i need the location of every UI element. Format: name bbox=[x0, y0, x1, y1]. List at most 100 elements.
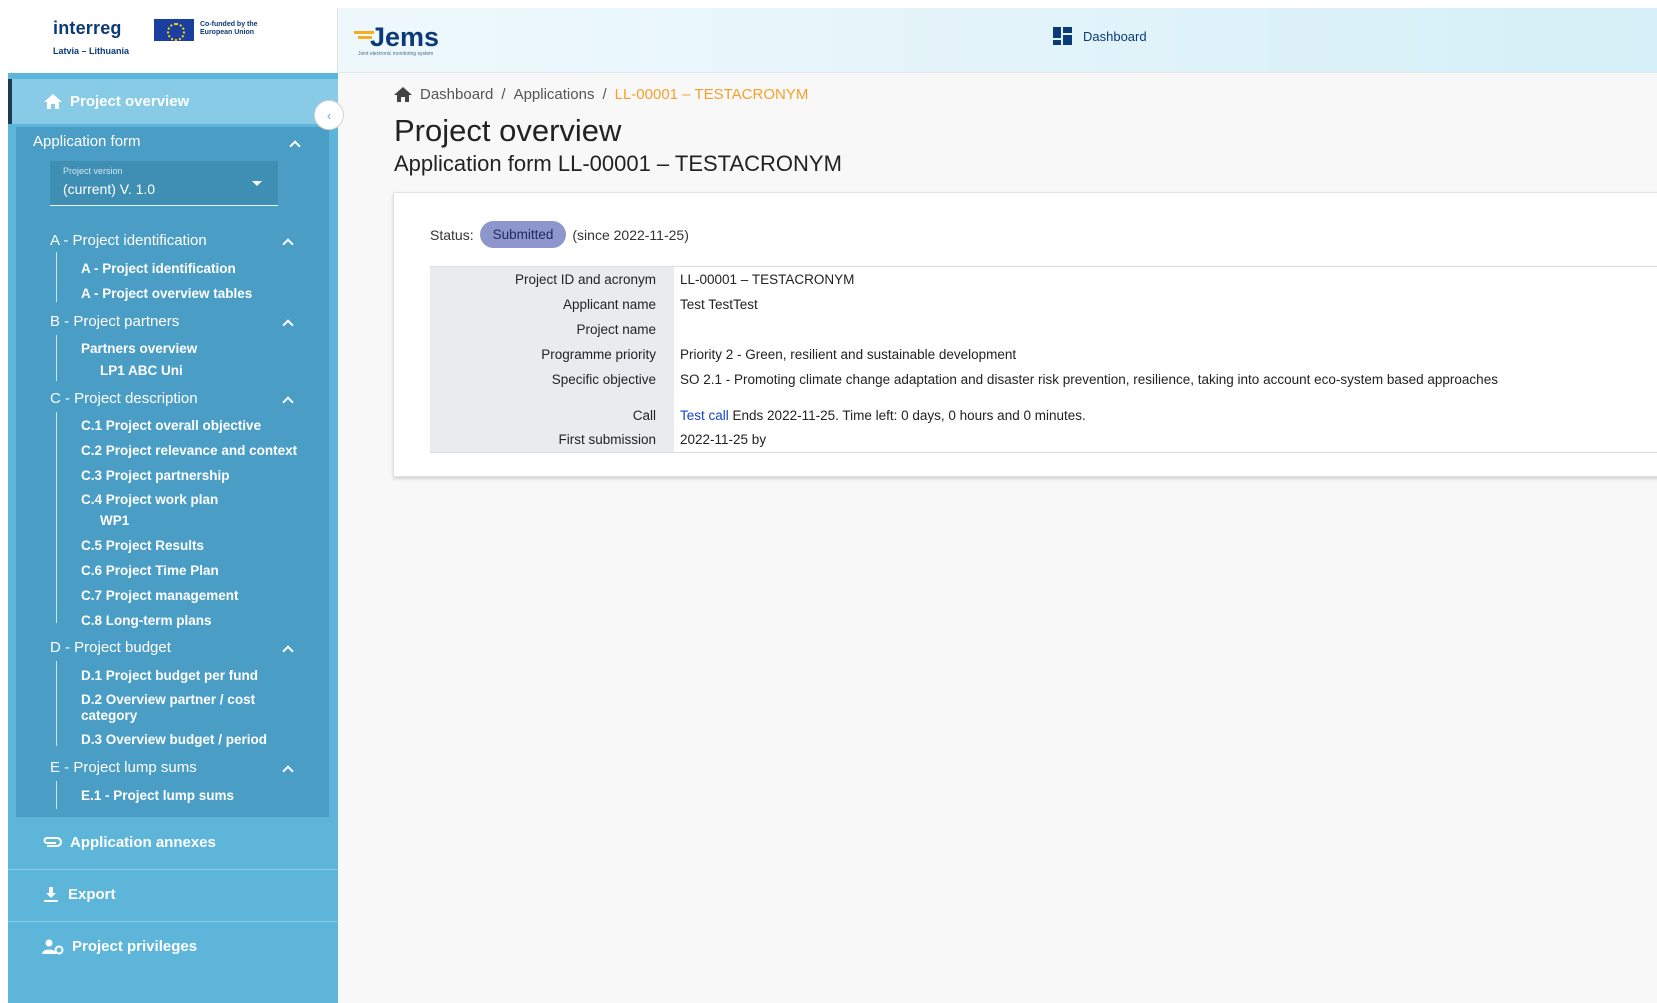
programme-region: Latvia – Lithuania bbox=[53, 46, 130, 56]
nav-e1-lump-sums[interactable]: E.1 - Project lump sums bbox=[81, 788, 234, 803]
section-e-toggle[interactable]: E - Project lump sums bbox=[50, 759, 197, 776]
application-form-group: Application form Project version (curren… bbox=[16, 127, 329, 817]
sidebar-item-label: Application annexes bbox=[70, 833, 216, 851]
main-content: Dashboard / Applications / LL-00001 – TE… bbox=[338, 73, 1657, 1003]
table-row: Call Test call Ends 2022-11-25. Time lef… bbox=[430, 392, 1657, 427]
sidebar-item-export[interactable]: Export bbox=[8, 869, 338, 919]
breadcrumb-applications[interactable]: Applications bbox=[514, 86, 595, 103]
nav-a-project-identification[interactable]: A - Project identification bbox=[81, 261, 236, 276]
interreg-logo[interactable]: interreg Co-funded by the European Union… bbox=[8, 8, 338, 73]
row-value: Priority 2 - Green, resilient and sustai… bbox=[680, 347, 1017, 362]
nav-wp1[interactable]: WP1 bbox=[100, 513, 129, 528]
row-label: Applicant name bbox=[430, 292, 674, 317]
chevron-up-icon[interactable] bbox=[282, 319, 294, 331]
row-label: Project ID and acronym bbox=[430, 267, 674, 292]
sidebar-item-application-annexes[interactable]: Application annexes bbox=[8, 817, 338, 867]
row-label: Programme priority bbox=[430, 342, 674, 367]
application-form-toggle[interactable]: Application form bbox=[33, 133, 141, 150]
dashboard-nav-label: Dashboard bbox=[1083, 28, 1147, 44]
section-d-toggle[interactable]: D - Project budget bbox=[50, 639, 171, 656]
nav-c6-time-plan[interactable]: C.6 Project Time Plan bbox=[81, 563, 219, 578]
chevron-up-icon[interactable] bbox=[282, 765, 294, 777]
nav-a-project-overview-tables[interactable]: A - Project overview tables bbox=[81, 286, 252, 301]
cofund-text: Co-funded by the European Union bbox=[200, 21, 258, 36]
call-details: Ends 2022-11-25. Time left: 0 days, 0 ho… bbox=[728, 408, 1086, 423]
jems-subtitle: Joint electronic monitoring system bbox=[358, 51, 434, 57]
dropdown-arrow-icon bbox=[252, 181, 262, 186]
page-subtitle: Application form LL-00001 – TESTACRONYM bbox=[394, 151, 842, 176]
chevron-up-icon[interactable] bbox=[282, 645, 294, 657]
home-icon bbox=[44, 94, 62, 109]
interreg-wordmark: interreg bbox=[53, 18, 122, 38]
row-label: First submission bbox=[430, 427, 674, 452]
nav-c8-long-term-plans[interactable]: C.8 Long-term plans bbox=[81, 613, 212, 628]
dashboard-icon bbox=[1053, 27, 1073, 45]
chevron-up-icon[interactable] bbox=[282, 238, 294, 250]
sidebar: Project overview ‹ Application form Proj… bbox=[8, 73, 344, 1003]
row-label: Specific objective bbox=[430, 367, 674, 392]
sidebar-item-label: Project privileges bbox=[72, 938, 198, 955]
row-value: Test call Ends 2022-11-25. Time left: 0 … bbox=[674, 408, 1086, 423]
breadcrumb-separator: / bbox=[501, 86, 506, 103]
table-row: First submission 2022-11-25 by bbox=[430, 427, 1657, 452]
dashboard-nav-link[interactable]: Dashboard bbox=[1053, 27, 1147, 45]
paperclip-icon bbox=[43, 837, 62, 847]
collapse-sidebar-button[interactable]: ‹ bbox=[314, 100, 344, 130]
sidebar-item-project-overview[interactable]: Project overview bbox=[8, 79, 338, 124]
sidebar-item-label: Export bbox=[68, 886, 116, 903]
project-version-value: (current) V. 1.0 bbox=[63, 181, 156, 197]
eu-flag-icon bbox=[154, 19, 194, 41]
table-row: Programme priority Priority 2 - Green, r… bbox=[430, 342, 1657, 367]
nav-c5-results[interactable]: C.5 Project Results bbox=[81, 538, 204, 553]
project-version-select[interactable]: Project version (current) V. 1.0 bbox=[50, 161, 278, 206]
user-settings-icon bbox=[42, 939, 64, 954]
call-link[interactable]: Test call bbox=[680, 408, 729, 423]
sidebar-item-label: Project overview bbox=[70, 93, 190, 110]
status-line: Status: Submitted (since 2022-11-25) bbox=[430, 221, 689, 248]
status-label: Status: bbox=[430, 226, 474, 243]
section-b-toggle[interactable]: B - Project partners bbox=[50, 313, 179, 330]
chevron-up-icon[interactable] bbox=[282, 396, 294, 408]
project-version-label: Project version bbox=[63, 166, 123, 176]
nav-d3-budget-period[interactable]: D.3 Overview budget / period bbox=[81, 732, 267, 747]
nav-c4-work-plan[interactable]: C.4 Project work plan bbox=[81, 492, 218, 507]
tree-line bbox=[56, 661, 57, 746]
nav-c7-management[interactable]: C.7 Project management bbox=[81, 588, 239, 603]
tree-line bbox=[56, 252, 57, 302]
row-value: 2022-11-25 by bbox=[680, 432, 767, 447]
row-value: SO 2.1 - Promoting climate change adapta… bbox=[680, 372, 1498, 387]
status-since: (since 2022-11-25) bbox=[572, 226, 689, 243]
status-badge: Submitted bbox=[479, 221, 567, 248]
jems-logo[interactable]: Jems bbox=[348, 22, 439, 53]
project-info-card: Status: Submitted (since 2022-11-25) Pro… bbox=[393, 192, 1657, 477]
home-icon[interactable] bbox=[394, 87, 412, 102]
table-row: Applicant name Test TestTest bbox=[430, 292, 1657, 317]
row-value: Test TestTest bbox=[680, 297, 758, 312]
download-icon bbox=[44, 886, 58, 902]
nav-c3-partnership[interactable]: C.3 Project partnership bbox=[81, 468, 230, 483]
section-c-toggle[interactable]: C - Project description bbox=[50, 390, 198, 407]
app-frame: interreg Co-funded by the European Union… bbox=[8, 8, 1657, 1003]
tree-line bbox=[56, 335, 57, 381]
chevron-up-icon[interactable] bbox=[289, 140, 301, 152]
nav-partners-overview[interactable]: Partners overview bbox=[81, 341, 197, 356]
nav-c2-relevance-context[interactable]: C.2 Project relevance and context bbox=[81, 443, 297, 458]
section-a-toggle[interactable]: A - Project identification bbox=[50, 232, 207, 249]
table-row: Project name bbox=[430, 317, 1657, 342]
row-label: Project name bbox=[430, 317, 674, 342]
nav-d2-partner-cost-category[interactable]: D.2 Overview partner / cost category bbox=[81, 692, 281, 724]
sidebar-item-project-privileges[interactable]: Project privileges bbox=[8, 921, 338, 971]
breadcrumb-separator: / bbox=[602, 86, 607, 103]
nav-d1-budget-per-fund[interactable]: D.1 Project budget per fund bbox=[81, 668, 258, 683]
page-title: Project overview bbox=[394, 113, 622, 148]
top-bar: interreg Co-funded by the European Union… bbox=[8, 8, 1657, 73]
table-row: Project ID and acronym LL-00001 – TESTAC… bbox=[430, 267, 1657, 292]
project-info-table: Project ID and acronym LL-00001 – TESTAC… bbox=[430, 266, 1657, 453]
table-row: Specific objective SO 2.1 - Promoting cl… bbox=[430, 367, 1657, 392]
nav-partner-lp1[interactable]: LP1 ABC Uni bbox=[100, 363, 183, 378]
row-value: LL-00001 – TESTACRONYM bbox=[680, 272, 855, 287]
tree-line bbox=[56, 412, 57, 623]
breadcrumb: Dashboard / Applications / LL-00001 – TE… bbox=[394, 86, 808, 103]
breadcrumb-dashboard[interactable]: Dashboard bbox=[420, 86, 493, 103]
nav-c1-overall-objective[interactable]: C.1 Project overall objective bbox=[81, 418, 261, 433]
